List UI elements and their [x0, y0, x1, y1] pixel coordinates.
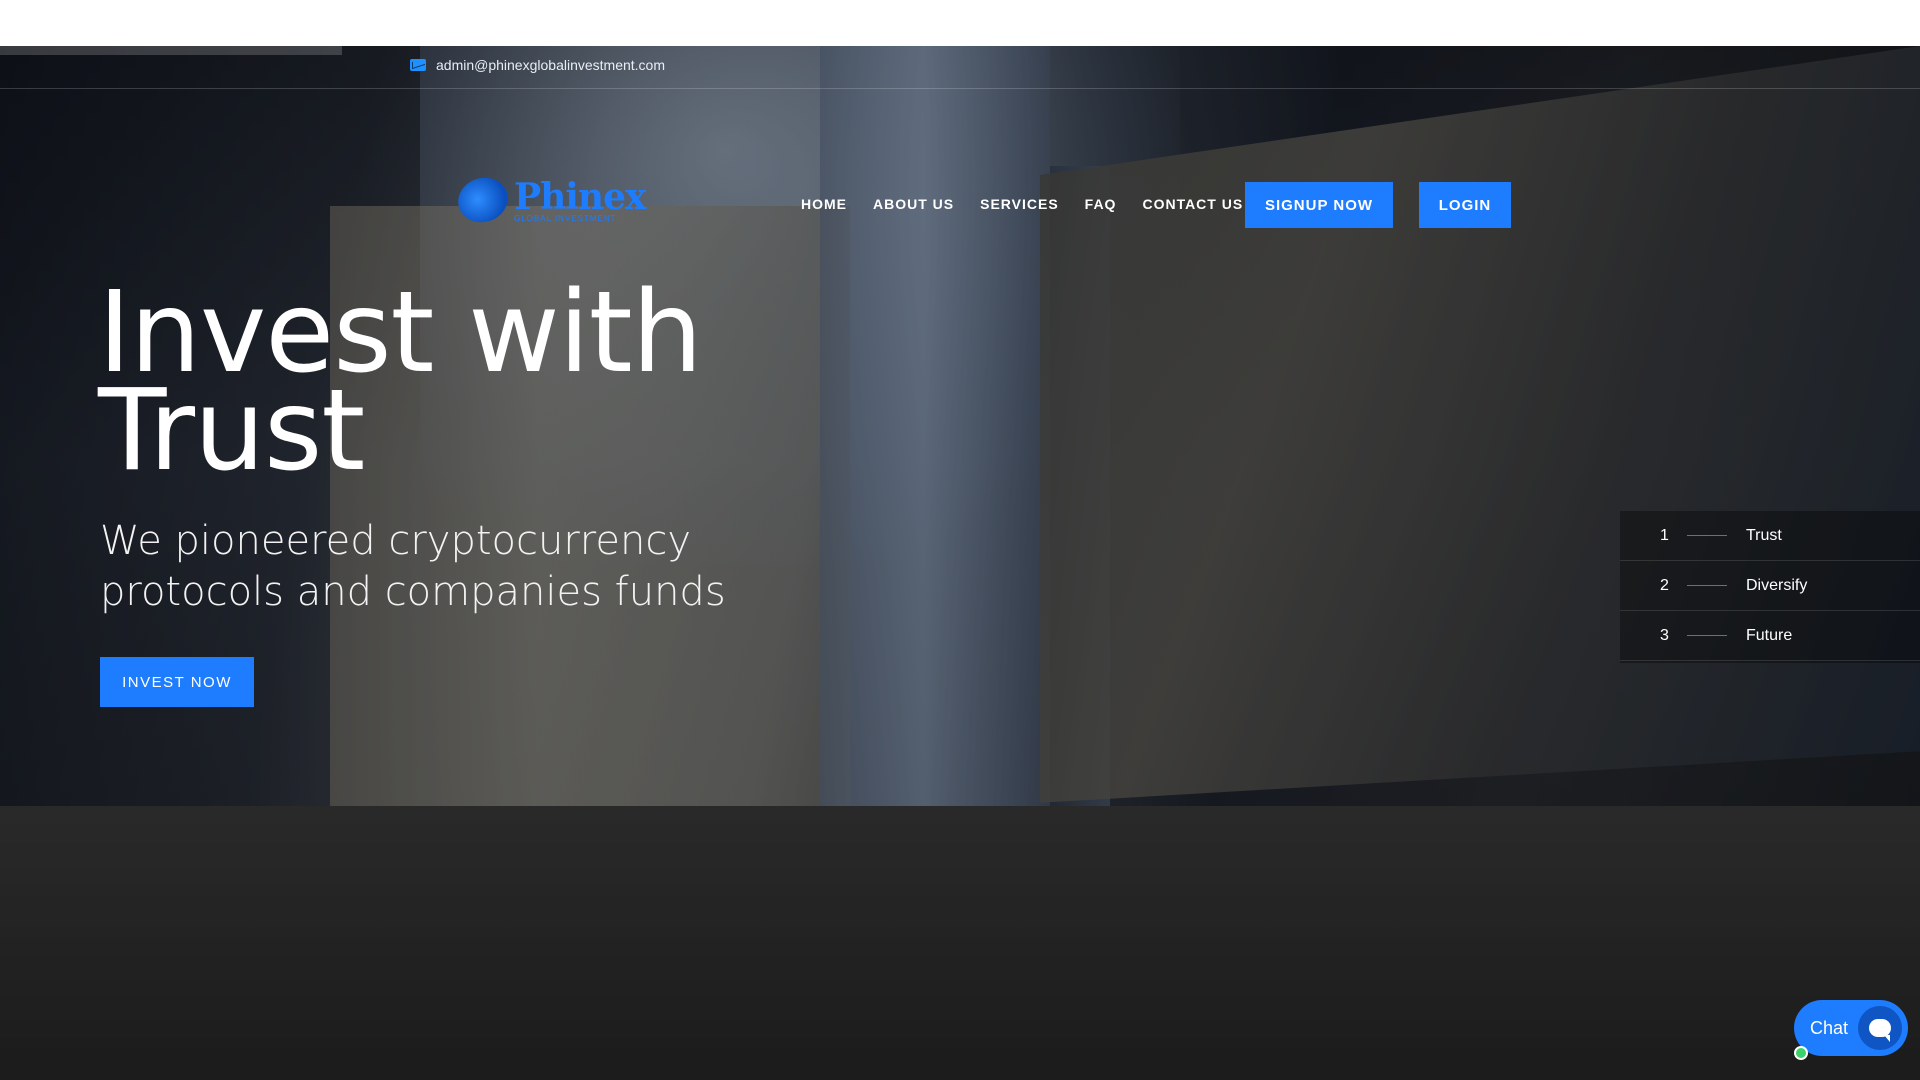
chat-widget-button[interactable]: Chat — [1794, 1000, 1908, 1056]
logo-mark-icon — [452, 170, 514, 229]
browser-top-whitespace — [0, 0, 1920, 46]
chat-bubble-icon — [1858, 1006, 1902, 1050]
slide-number: 3 — [1660, 626, 1669, 644]
contact-email-text[interactable]: admin@phinexglobalinvestment.com — [436, 57, 665, 73]
nav-about-us[interactable]: ABOUT US — [873, 196, 954, 212]
logo-name: Phinex — [514, 176, 646, 218]
hero-section: admin@phinexglobalinvestment.com Phinex … — [0, 46, 1920, 1080]
slide-label: Diversify — [1746, 576, 1808, 594]
signup-button[interactable]: SIGNUP NOW — [1245, 182, 1393, 228]
online-status-icon — [1794, 1046, 1808, 1060]
slide-label: Trust — [1746, 526, 1782, 544]
logo-tagline: GLOBAL INVESTMENT — [514, 214, 617, 223]
nav-faq[interactable]: FAQ — [1085, 196, 1117, 212]
slide-line — [1687, 585, 1727, 586]
envelope-icon — [410, 59, 426, 71]
chat-label: Chat — [1810, 1017, 1849, 1038]
main-nav: HOME ABOUT US SERVICES FAQ CONTACT US — [801, 196, 1243, 212]
slide-number: 2 — [1660, 576, 1669, 594]
slider-pagination: 1 Trust 2 Diversify 3 Future — [1620, 511, 1920, 663]
top-info-bar: admin@phinexglobalinvestment.com — [0, 46, 1920, 89]
hero-title: Invest with Trust — [98, 268, 703, 496]
slide-item-future[interactable]: 3 Future — [1620, 611, 1920, 661]
slide-line — [1687, 635, 1727, 636]
slide-item-diversify[interactable]: 2 Diversify — [1620, 561, 1920, 611]
slide-item-trust[interactable]: 1 Trust — [1620, 511, 1920, 561]
nav-services[interactable]: SERVICES — [980, 196, 1059, 212]
hero-subtitle: We pioneered cryptocurrency protocols an… — [100, 518, 726, 615]
topbar-strip — [0, 46, 342, 55]
logo-text: Phinex GLOBAL INVESTMENT — [514, 176, 646, 223]
site-logo[interactable]: Phinex GLOBAL INVESTMENT — [452, 170, 646, 229]
invest-now-button[interactable]: INVEST NOW — [100, 657, 254, 707]
slide-line — [1687, 535, 1727, 536]
slide-label: Future — [1746, 626, 1793, 644]
slide-number: 1 — [1660, 526, 1669, 544]
login-button[interactable]: LOGIN — [1419, 182, 1511, 228]
nav-home[interactable]: HOME — [801, 196, 847, 212]
nav-contact-us[interactable]: CONTACT US — [1142, 196, 1243, 212]
contact-email[interactable]: admin@phinexglobalinvestment.com — [410, 57, 665, 73]
